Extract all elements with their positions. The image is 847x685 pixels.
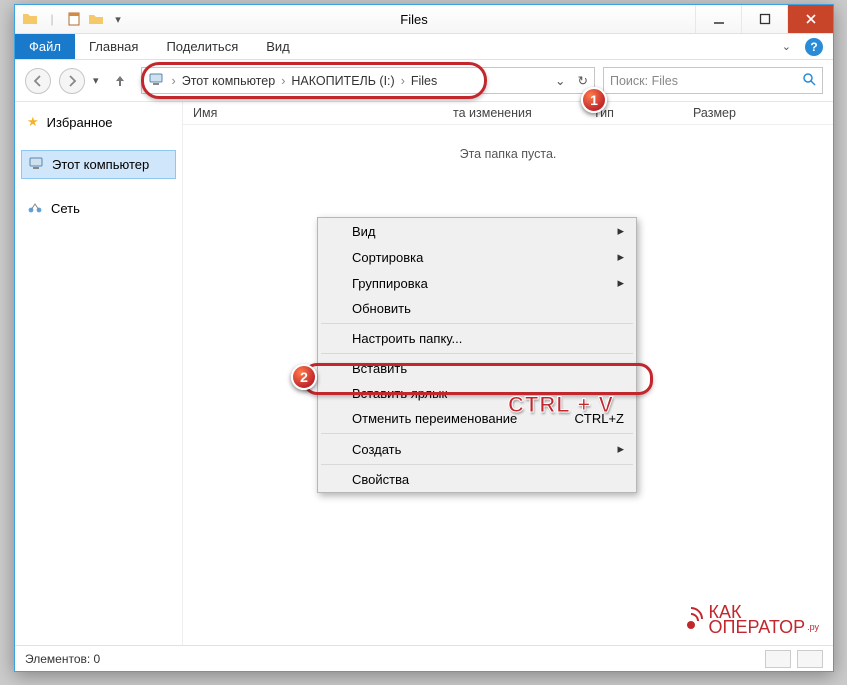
chevron-right-icon: ›: [170, 74, 178, 88]
close-button[interactable]: [787, 5, 833, 33]
sidebar-item-network[interactable]: Сеть: [21, 195, 176, 222]
window-title: Files: [133, 12, 695, 27]
watermark: КАК ОПЕРАТОР .ру: [677, 605, 819, 635]
sidebar-item-label: Сеть: [51, 201, 80, 216]
navbar: ▾ 1 › Этот компьютер › НАКОПИТЕЛЬ (I:) ›…: [15, 60, 833, 102]
star-icon: ★: [27, 114, 39, 130]
new-folder-icon[interactable]: [87, 10, 105, 28]
chevron-right-icon: ▸: [617, 441, 624, 457]
tab-share[interactable]: Поделиться: [152, 34, 252, 59]
context-menu: Вид ▸ Сортировка ▸ Группировка ▸ Обновит…: [317, 217, 637, 493]
up-button[interactable]: [107, 68, 133, 94]
back-button[interactable]: [25, 68, 51, 94]
ctx-item-label: Создать: [352, 442, 401, 457]
sidebar-item-favorites[interactable]: ★ Избранное: [21, 110, 176, 134]
ctx-separator: [321, 464, 633, 465]
ctx-item-label: Вид: [352, 224, 376, 239]
computer-icon: [28, 155, 44, 174]
history-dropdown-icon[interactable]: ▾: [93, 74, 99, 87]
tab-home[interactable]: Главная: [75, 34, 152, 59]
nav-pane: ★ Избранное Этот компьютер Сеть: [15, 102, 183, 645]
search-icon: [802, 72, 816, 89]
quick-access-toolbar: | ▾: [15, 10, 133, 28]
folder-icon: [21, 10, 39, 28]
annotation-shortcut-text: CTRL + V: [508, 392, 614, 418]
chevron-right-icon: ▸: [617, 249, 624, 265]
ctx-item-paste[interactable]: Вставить: [318, 356, 636, 381]
qat-sep-icon: |: [43, 10, 61, 28]
chevron-right-icon: ▸: [617, 223, 624, 239]
refresh-button[interactable]: ↻: [578, 73, 588, 88]
qat-dropdown-icon[interactable]: ▾: [109, 10, 127, 28]
tab-view[interactable]: Вид: [252, 34, 304, 59]
watermark-suffix: .ру: [807, 620, 819, 635]
ctx-item-sort[interactable]: Сортировка ▸: [318, 244, 636, 270]
ctx-item-label: Обновить: [352, 301, 411, 316]
forward-button[interactable]: [59, 68, 85, 94]
col-type[interactable]: Тип: [593, 106, 693, 120]
ctx-separator: [321, 353, 633, 354]
chevron-right-icon: ▸: [617, 275, 624, 291]
annotation-badge-2: 2: [291, 364, 317, 390]
annotation-badge-1: 1: [581, 87, 607, 113]
sidebar-item-label: Этот компьютер: [52, 157, 149, 172]
sidebar-item-label: Избранное: [47, 115, 113, 130]
empty-folder-message: Эта папка пуста.: [183, 125, 833, 183]
address-bar[interactable]: › Этот компьютер › НАКОПИТЕЛЬ (I:) › Fil…: [141, 67, 595, 94]
view-details-button[interactable]: [765, 650, 791, 668]
ctx-item-new[interactable]: Создать ▸: [318, 436, 636, 462]
breadcrumb-item[interactable]: Files: [407, 74, 441, 88]
ctx-item-label: Вставить: [352, 361, 407, 376]
ctx-separator: [321, 433, 633, 434]
chevron-right-icon: ›: [279, 74, 287, 88]
sidebar-item-this-pc[interactable]: Этот компьютер: [21, 150, 176, 179]
watermark-logo-icon: [677, 605, 705, 633]
breadcrumb-item[interactable]: Этот компьютер: [178, 74, 279, 88]
col-size[interactable]: Размер: [693, 106, 773, 120]
breadcrumb-item[interactable]: НАКОПИТЕЛЬ (I:): [287, 74, 398, 88]
properties-icon[interactable]: [65, 10, 83, 28]
status-text: Элементов: 0: [25, 652, 100, 666]
minimize-button[interactable]: [695, 5, 741, 33]
watermark-line2: ОПЕРАТОР: [709, 620, 806, 635]
ribbon-tabs: Файл Главная Поделиться Вид ⌄ ?: [15, 34, 833, 60]
content-body: ★ Избранное Этот компьютер Сеть: [15, 102, 833, 645]
search-input[interactable]: Поиск: Files: [603, 67, 823, 94]
file-list-area[interactable]: Имя та изменения Тип Размер Эта папка пу…: [183, 102, 833, 645]
ctx-item-label: Отменить переименование: [352, 411, 517, 426]
titlebar: | ▾ Files: [15, 5, 833, 34]
ctx-item-view[interactable]: Вид ▸: [318, 218, 636, 244]
column-headers[interactable]: Имя та изменения Тип Размер: [183, 102, 833, 125]
ctx-item-customize[interactable]: Настроить папку...: [318, 326, 636, 351]
tab-file[interactable]: Файл: [15, 34, 75, 59]
chevron-right-icon: ›: [399, 74, 407, 88]
ctx-item-label: Сортировка: [352, 250, 423, 265]
search-placeholder: Поиск: Files: [610, 74, 678, 88]
ctx-item-label: Настроить папку...: [352, 331, 462, 346]
ctx-item-label: Свойства: [352, 472, 409, 487]
ctx-item-label: Вставить ярлык: [352, 386, 447, 401]
computer-icon: [148, 71, 164, 90]
ctx-item-label: Группировка: [352, 276, 428, 291]
help-button[interactable]: ?: [805, 38, 823, 56]
ctx-item-properties[interactable]: Свойства: [318, 467, 636, 492]
ctx-separator: [321, 323, 633, 324]
maximize-button[interactable]: [741, 5, 787, 33]
ctx-item-group[interactable]: Группировка ▸: [318, 270, 636, 296]
view-icons-button[interactable]: [797, 650, 823, 668]
address-dropdown-icon[interactable]: ⌄: [555, 73, 565, 88]
ctx-item-refresh[interactable]: Обновить: [318, 296, 636, 321]
window-controls: [695, 5, 833, 33]
explorer-window: | ▾ Files Файл Главная Поделиться: [14, 4, 834, 672]
status-bar: Элементов: 0: [15, 645, 833, 671]
ribbon-expand-icon[interactable]: ⌄: [782, 40, 791, 53]
col-name[interactable]: Имя: [193, 106, 453, 120]
col-date[interactable]: та изменения: [453, 106, 593, 120]
network-icon: [27, 199, 43, 218]
